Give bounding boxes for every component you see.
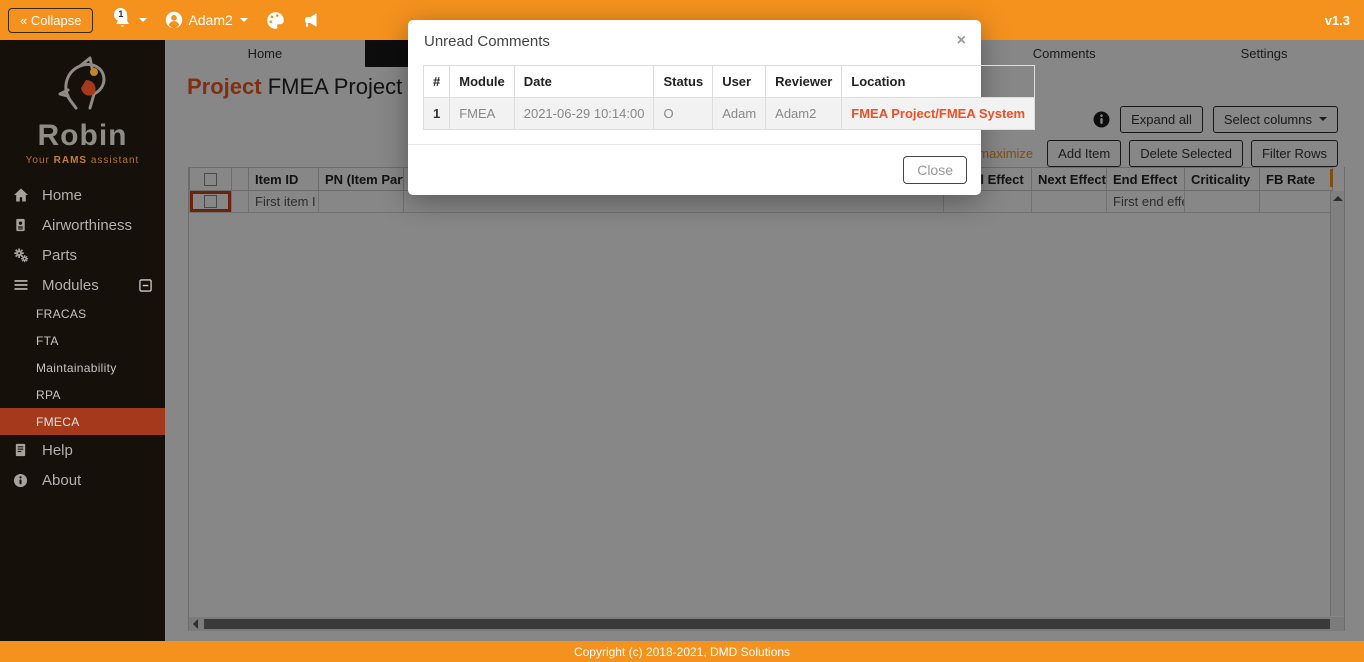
user-icon [165, 11, 183, 29]
sidebar-subitem-maintainability[interactable]: Maintainability [0, 354, 165, 381]
user-menu-dropdown[interactable]: Adam2 [165, 11, 247, 29]
col-date: Date [514, 66, 654, 98]
modal-footer: Close [408, 144, 981, 195]
sidebar-item-modules[interactable]: Modules [0, 270, 165, 300]
comment-module: FMEA [450, 98, 515, 130]
username-label: Adam2 [188, 12, 232, 28]
chevron-down-icon [240, 18, 248, 26]
theme-button[interactable] [266, 11, 285, 30]
col-location: Location [842, 66, 1035, 98]
collapse-submenu-icon[interactable] [139, 279, 152, 292]
notifications-dropdown[interactable]: 1 [113, 11, 147, 30]
home-icon [13, 187, 31, 203]
sidebar-subitem-fracas[interactable]: FRACAS [0, 300, 165, 327]
collapse-sidebar-button[interactable]: « Collapse [8, 8, 93, 33]
comment-location-link[interactable]: FMEA Project/FMEA System [851, 106, 1025, 121]
sidebar-item-about[interactable]: About [0, 465, 165, 495]
modal-title: Unread Comments [424, 33, 550, 50]
col-reviewer: Reviewer [766, 66, 842, 98]
unread-comments-modal: Unread Comments × # Module Date Status U… [408, 20, 981, 195]
close-icon[interactable]: × [957, 33, 966, 49]
modal-header: Unread Comments × [408, 20, 981, 59]
sidebar-subitem-rpa[interactable]: RPA [0, 381, 165, 408]
gears-icon [13, 247, 31, 263]
copyright-text: Copyright (c) 2018-2021, DMD Solutions [574, 645, 790, 659]
col-status: Status [654, 66, 713, 98]
modal-table-header-row: # Module Date Status User Reviewer Locat… [424, 66, 1035, 98]
sidebar-item-label: Home [42, 187, 82, 204]
megaphone-icon [300, 11, 320, 29]
comment-row: 1 FMEA 2021-06-29 10:14:00 O Adam Adam2 … [424, 98, 1035, 130]
comment-reviewer: Adam2 [766, 98, 842, 130]
sidebar-item-label: Help [42, 442, 73, 459]
sidebar-subitem-fmeca[interactable]: FMECA [0, 408, 165, 435]
info-icon [13, 473, 31, 488]
sidebar-item-home[interactable]: Home [0, 180, 165, 210]
sidebar-item-help[interactable]: Help [0, 435, 165, 465]
list-icon [13, 277, 31, 293]
footer-bar: Copyright (c) 2018-2021, DMD Solutions [0, 641, 1364, 662]
sidebar-item-label: Modules [42, 277, 99, 294]
notification-count-badge: 1 [114, 8, 127, 21]
comment-num: 1 [424, 98, 450, 130]
chevron-down-icon [139, 18, 147, 26]
sidebar-item-airworthiness[interactable]: Airworthiness [0, 210, 165, 240]
col-user: User [713, 66, 766, 98]
sidebar-subitem-fta[interactable]: FTA [0, 327, 165, 354]
app-logo: Robin Your RAMS assistant [0, 40, 165, 166]
sidebar-item-label: About [42, 472, 81, 489]
brand-name: Robin [0, 119, 165, 153]
unread-comments-table: # Module Date Status User Reviewer Locat… [423, 65, 1035, 130]
sidebar: Robin Your RAMS assistant Home Airworthi… [0, 40, 165, 641]
robin-bird-logo [46, 50, 120, 118]
brand-tagline: Your RAMS assistant [0, 155, 165, 166]
col-module: Module [450, 66, 515, 98]
sidebar-item-label: Airworthiness [42, 217, 132, 234]
comment-status: O [654, 98, 713, 130]
palette-icon [266, 11, 285, 30]
comment-date: 2021-06-29 10:14:00 [514, 98, 654, 130]
close-button[interactable]: Close [903, 156, 967, 184]
badge-icon [13, 217, 31, 233]
book-icon [13, 442, 31, 458]
sidebar-item-parts[interactable]: Parts [0, 240, 165, 270]
comment-user: Adam [713, 98, 766, 130]
modal-body: # Module Date Status User Reviewer Locat… [408, 59, 981, 144]
announcements-button[interactable] [300, 11, 320, 29]
app-version: v1.3 [1325, 13, 1350, 28]
col-num: # [424, 66, 450, 98]
sidebar-item-label: Parts [42, 247, 77, 264]
